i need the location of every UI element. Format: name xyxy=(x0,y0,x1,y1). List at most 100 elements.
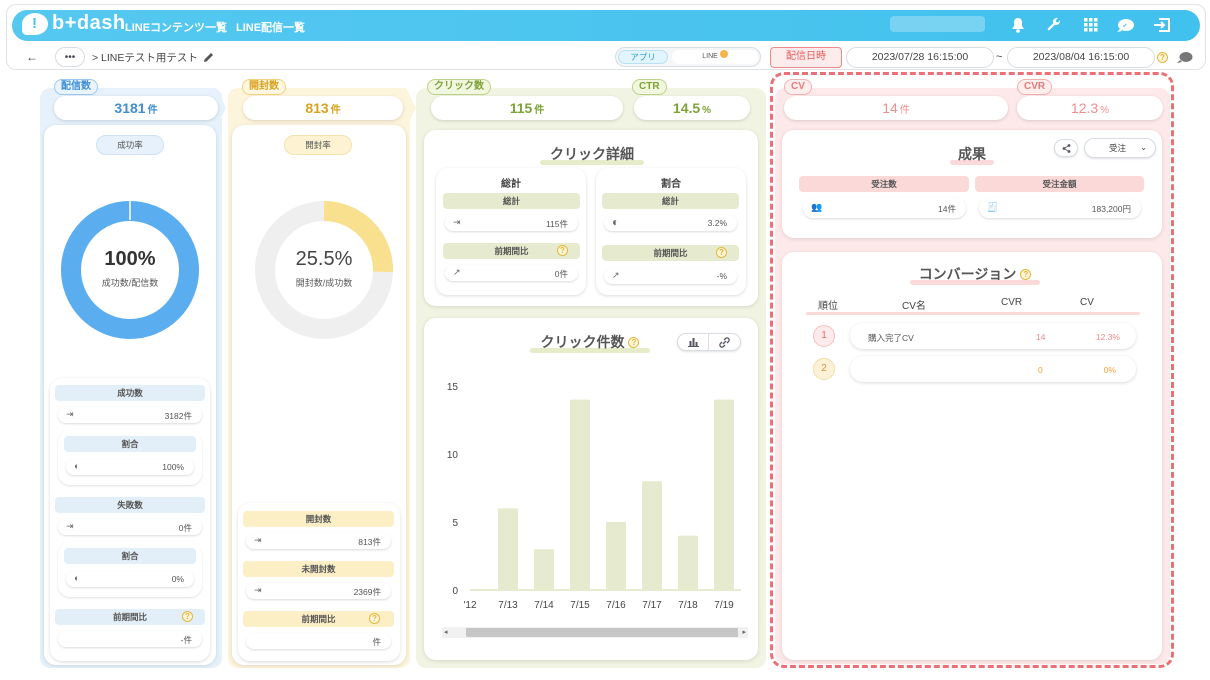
pie-icon: ◐ xyxy=(74,573,80,583)
chart-type-toggle xyxy=(677,333,741,351)
seg-line[interactable]: LINE xyxy=(672,50,758,64)
conversion-row-2[interactable]: 0 0% xyxy=(850,356,1136,382)
help-icon[interactable]: ? xyxy=(716,247,727,258)
click-ratio-prev-value: -% xyxy=(716,271,727,281)
unopened-row: ⇥ 2369件 xyxy=(246,583,391,599)
x-tick-label: 7/15 xyxy=(570,600,590,611)
open-prev-value: 件 xyxy=(372,637,381,647)
help-icon[interactable]: ? xyxy=(1157,47,1168,67)
x-tick-label: 7/16 xyxy=(606,600,626,611)
fail-ratio-label: 割合 xyxy=(64,548,196,564)
success-ratio-label: 割合 xyxy=(64,436,196,452)
bar[interactable] xyxy=(570,399,590,590)
date-to-input[interactable]: 2023/08/04 16:15:00 xyxy=(1007,47,1155,68)
col-header-cvr: CVR xyxy=(1001,297,1023,308)
open-prev-row: 件 xyxy=(246,633,391,649)
seg-line-label: LINE xyxy=(702,53,718,60)
x-tick-label: 7/13 xyxy=(498,600,518,611)
app-line-toggle[interactable]: アプリ LINE xyxy=(615,47,761,67)
fail-value-row: ⇥ 0件 xyxy=(58,519,202,535)
nav-line-deliveries[interactable]: LINE配信一覧 xyxy=(236,19,305,35)
click-detail-title-text: クリック詳細 xyxy=(550,146,634,162)
help-icon[interactable]: ? xyxy=(182,611,193,622)
opened-value: 813件 xyxy=(358,536,381,548)
back-button[interactable]: ← xyxy=(26,47,38,67)
delivery-unit: 件 xyxy=(147,105,158,116)
chat-small-icon[interactable] xyxy=(1177,47,1193,67)
ctr-tag: CTR xyxy=(632,79,667,95)
user-info-blurred xyxy=(890,16,985,32)
open-donut-percent: 25.5% xyxy=(295,248,353,270)
y-tick-label: 0 xyxy=(452,586,458,597)
conversion-title: コンバージョン ? xyxy=(910,264,1040,285)
rank-badge-1: 1 xyxy=(813,325,835,347)
row2-cv: 0% xyxy=(1103,365,1116,375)
money-icon: 🧾 xyxy=(987,202,999,212)
row1-cvr: 14 xyxy=(1036,332,1046,342)
date-from-input[interactable]: 2023/07/28 16:15:00 xyxy=(846,47,994,68)
delivery-prev-row: -件 xyxy=(58,631,202,647)
edit-icon[interactable] xyxy=(203,47,214,67)
link-icon[interactable] xyxy=(709,334,740,350)
click-detail-title: クリック詳細 xyxy=(540,144,644,165)
unopened-value: 2369件 xyxy=(354,586,381,598)
chart-scrollbar[interactable]: ◂ ▸ xyxy=(442,627,748,638)
nav-line-contents[interactable]: LINEコンテンツ一覧 xyxy=(125,19,227,35)
bar[interactable] xyxy=(642,481,662,590)
orders-row: 👥 14件 xyxy=(803,198,966,218)
more-button[interactable]: ••• xyxy=(55,47,85,67)
delivery-tag: 配信数 xyxy=(54,79,98,95)
open-number: 813 xyxy=(305,100,329,116)
click-ratio-row: ◐ 3.2% xyxy=(604,215,737,231)
help-icon[interactable]: ? xyxy=(1020,269,1032,280)
pie-icon: ◐ xyxy=(612,215,620,229)
chat-icon[interactable]: ✔ xyxy=(1116,15,1136,35)
click-total-sub: 総計 xyxy=(443,193,580,209)
row2-cvr: 0 xyxy=(1038,365,1043,375)
bar[interactable] xyxy=(606,522,626,590)
delivery-date-button[interactable]: 配信日時 xyxy=(770,47,842,68)
fail-ratio-row: ◐ 0% xyxy=(66,571,194,587)
seg-app[interactable]: アプリ xyxy=(618,50,668,64)
scroll-right-icon[interactable]: ▸ xyxy=(742,628,746,636)
fail-label: 失敗数 xyxy=(55,497,205,513)
bar[interactable] xyxy=(714,399,734,590)
scroll-left-icon[interactable]: ◂ xyxy=(444,628,448,636)
bar[interactable] xyxy=(534,549,554,590)
click-tag: クリック数 xyxy=(427,79,491,95)
result-title: 成果 xyxy=(950,144,994,165)
row1-cv: 12.3% xyxy=(1095,332,1120,342)
scrollbar-thumb[interactable] xyxy=(466,628,738,637)
share-icon[interactable] xyxy=(1054,139,1078,157)
export-icon: ⇥ xyxy=(453,217,461,227)
x-tick-label: 7/19 xyxy=(714,600,734,611)
click-bar-chart: 0 5 10 15 '12 7/13 7/14 7/15 7/16 7/17 7/18 7/19 xyxy=(447,382,741,611)
click-ratio-prev-text: 前期間比 xyxy=(653,248,688,258)
help-icon[interactable]: ? xyxy=(628,337,640,348)
click-total-prev-row: ↗ 0件 xyxy=(445,265,578,281)
wrench-icon[interactable] xyxy=(1044,15,1064,35)
conversion-row-1[interactable]: 購入完了CV 14 12.3% xyxy=(850,323,1136,349)
bar[interactable] xyxy=(498,508,518,590)
help-icon[interactable]: ? xyxy=(557,245,568,256)
result-dropdown[interactable]: 受注 ⌄ xyxy=(1084,138,1156,158)
col-header-cv: CV xyxy=(1080,297,1094,308)
bar-chart-icon[interactable] xyxy=(678,334,710,350)
click-total-prev-text: 前期間比 xyxy=(494,246,529,256)
orders-label: 受注数 xyxy=(799,176,969,192)
bar[interactable] xyxy=(678,535,698,590)
export-icon: ⇥ xyxy=(254,535,262,545)
y-tick-label: 15 xyxy=(447,382,459,393)
bell-icon[interactable] xyxy=(1008,15,1028,35)
open-unit: 件 xyxy=(330,105,341,116)
logout-icon[interactable] xyxy=(1152,15,1172,35)
opened-number: 813 xyxy=(358,537,373,547)
click-ratio-sub: 総計 xyxy=(602,193,739,209)
logo[interactable]: b+dash xyxy=(22,12,126,35)
grid-icon[interactable] xyxy=(1081,15,1101,35)
success-value: 3182件 xyxy=(164,411,192,421)
click-total-prev-label: 前期間比? xyxy=(443,243,580,259)
click-number: 115 xyxy=(509,100,533,116)
help-icon[interactable]: ? xyxy=(369,613,380,624)
click-value: 115 件 xyxy=(431,96,623,120)
